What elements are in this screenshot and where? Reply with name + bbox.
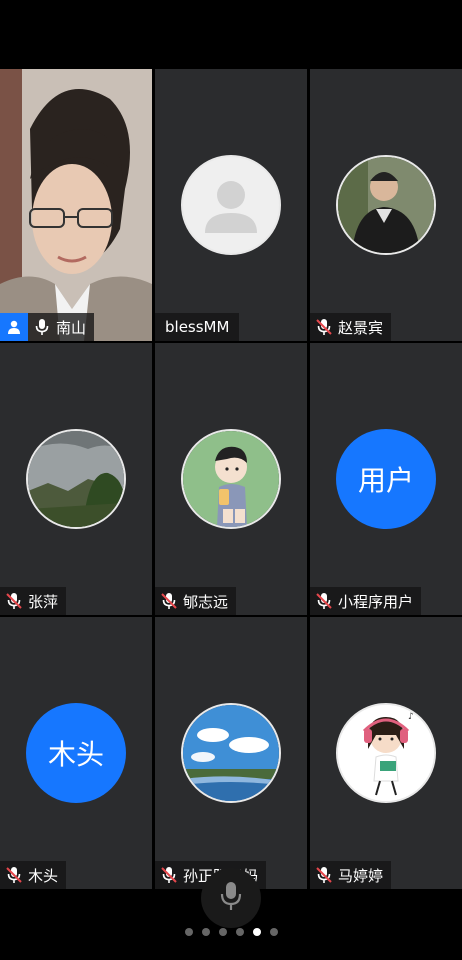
participant-label: 小程序用户	[310, 587, 422, 615]
page-dot[interactable]	[218, 928, 227, 936]
participant-tile-huanzhiyuan[interactable]: 郇志远	[155, 343, 307, 615]
participant-tile-zhaojingbin[interactable]: 赵景宾	[310, 69, 462, 341]
microphone-toggle-button[interactable]	[201, 868, 261, 928]
microphone-muted-icon	[310, 587, 338, 615]
page-dot[interactable]	[235, 928, 244, 936]
avatar-photo	[336, 155, 436, 255]
default-avatar-icon	[181, 155, 281, 255]
microphone-icon	[220, 881, 242, 915]
participant-name: 木头	[28, 866, 59, 885]
participant-tile-zhangping[interactable]: 张萍	[0, 343, 152, 615]
avatar-cartoon	[181, 429, 281, 529]
microphone-muted-icon	[310, 313, 338, 341]
participant-label: blessMM	[155, 313, 240, 341]
svg-text:♪: ♪	[408, 712, 414, 722]
participant-name: blessMM	[165, 318, 230, 336]
avatar-photo	[26, 429, 126, 529]
participant-tile-miniprogram-user[interactable]: 用户 小程序用户	[310, 343, 462, 615]
participant-label: 郇志远	[155, 587, 237, 615]
page-dot-active[interactable]	[252, 928, 261, 936]
participant-label: 木头	[0, 861, 67, 889]
microphone-on-icon	[28, 313, 56, 341]
participant-tile-mutou[interactable]: 木头 木头	[0, 617, 152, 889]
participant-tile-matingting[interactable]: ♪ 马婷婷	[310, 617, 462, 889]
microphone-muted-icon	[155, 587, 183, 615]
participant-name: 南山	[56, 318, 87, 337]
microphone-muted-icon	[0, 861, 28, 889]
participant-label: 南山	[0, 313, 95, 341]
microphone-muted-icon	[0, 587, 28, 615]
participant-label: 马婷婷	[310, 861, 392, 889]
microphone-muted-icon	[155, 861, 183, 889]
participant-name: 张萍	[28, 592, 59, 611]
participant-name: 马婷婷	[338, 866, 384, 885]
participant-label: 张萍	[0, 587, 67, 615]
page-indicator	[0, 928, 462, 944]
participant-tile-nanshan[interactable]: 南山	[0, 69, 152, 341]
participant-name: 小程序用户	[338, 592, 414, 611]
text-avatar: 木头	[26, 703, 126, 803]
page-dot[interactable]	[201, 928, 210, 936]
participant-label: 赵景宾	[310, 313, 392, 341]
participant-name: 郇志远	[183, 592, 229, 611]
microphone-muted-icon	[310, 861, 338, 889]
page-dot[interactable]	[269, 928, 278, 936]
participant-tile-sunzhengyang-mama[interactable]: 孙正阳妈妈	[155, 617, 307, 889]
text-avatar: 用户	[336, 429, 436, 529]
participant-name: 赵景宾	[338, 318, 384, 337]
page-dot[interactable]	[184, 928, 193, 936]
participant-tile-blessmm[interactable]: blessMM	[155, 69, 307, 341]
video-feed	[0, 69, 152, 341]
avatar-cartoon: ♪	[336, 703, 436, 803]
participant-grid: 南山 blessMM 赵景宾 张萍 郇志远 用户 小程序用户 木头 木头 ♪ 马…	[0, 69, 462, 889]
avatar-photo	[181, 703, 281, 803]
host-icon	[0, 313, 28, 341]
